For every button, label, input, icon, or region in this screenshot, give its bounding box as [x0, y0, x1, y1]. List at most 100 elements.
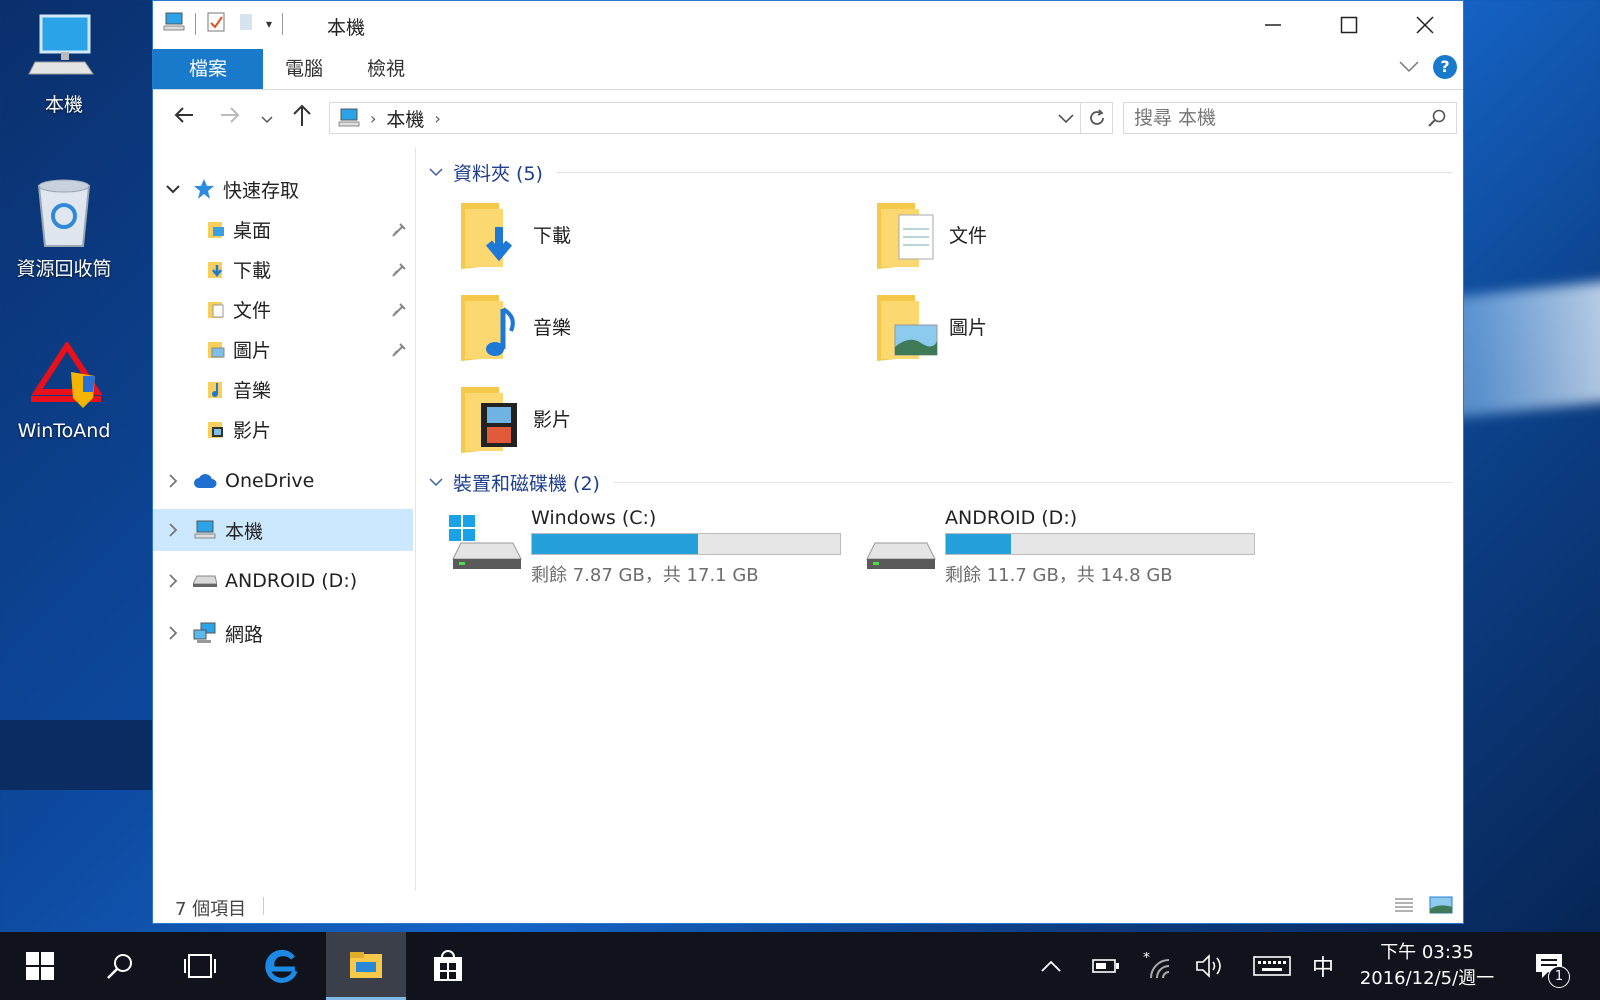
- nav-onedrive[interactable]: OneDrive: [153, 461, 413, 501]
- drive-tile-c[interactable]: Windows (C:) 剩餘 7.87 GB，共 17.1 GB: [447, 507, 841, 587]
- documents-folder-icon: [207, 299, 225, 319]
- large-icons-view-icon[interactable]: [1429, 895, 1453, 920]
- breadcrumb-chevron-icon[interactable]: ›: [434, 109, 440, 128]
- nav-item-videos[interactable]: 影片: [153, 409, 413, 449]
- address-dropdown-icon[interactable]: [1058, 107, 1074, 129]
- group-header-folders[interactable]: 資料夾 (5): [429, 159, 1453, 186]
- wifi-button[interactable]: *: [1140, 932, 1176, 1000]
- taskbar-file-explorer-button[interactable]: [326, 932, 406, 1000]
- desktop-icon-this-pc[interactable]: 本機: [10, 12, 118, 117]
- properties-icon[interactable]: [206, 11, 226, 37]
- maximize-button[interactable]: [1311, 1, 1387, 49]
- pin-icon[interactable]: [391, 261, 407, 283]
- clock-time: 下午 03:35: [1380, 942, 1474, 963]
- search-button[interactable]: [80, 932, 160, 1000]
- tab-file[interactable]: 檔案: [153, 49, 264, 89]
- keyboard-icon: [1253, 956, 1291, 976]
- up-button[interactable]: [291, 104, 313, 132]
- minimize-button[interactable]: [1235, 1, 1311, 49]
- expand-ribbon-icon[interactable]: [1399, 58, 1419, 77]
- tab-view[interactable]: 檢視: [345, 49, 427, 89]
- notification-count-badge: 1: [1548, 966, 1570, 988]
- folder-tile-downloads[interactable]: 下載: [459, 199, 571, 269]
- nav-item-documents[interactable]: 文件: [153, 289, 413, 329]
- nav-label: 文件: [233, 299, 272, 322]
- chevron-right-icon[interactable]: [153, 474, 193, 488]
- touch-keyboard-button[interactable]: [1250, 932, 1294, 1000]
- folder-tile-pictures[interactable]: 圖片: [875, 291, 987, 361]
- drive-tile-d[interactable]: ANDROID (D:) 剩餘 11.7 GB，共 14.8 GB: [861, 507, 1255, 587]
- group-header-label: 資料夾 (5): [453, 163, 543, 185]
- drive-usage-bar: [531, 533, 841, 555]
- battery-button[interactable]: [1088, 932, 1124, 1000]
- nav-label: 下載: [233, 259, 272, 282]
- nav-item-desktop[interactable]: 桌面: [153, 209, 413, 249]
- close-button[interactable]: [1387, 1, 1463, 49]
- system-clock[interactable]: 下午 03:35 2016/12/5/週一: [1352, 940, 1502, 992]
- taskbar-edge-button[interactable]: [242, 932, 322, 1000]
- nav-network[interactable]: 網路: [153, 613, 413, 653]
- new-folder-icon[interactable]: [236, 12, 256, 36]
- group-header-drives[interactable]: 裝置和磁碟機 (2): [429, 469, 1453, 496]
- refresh-button[interactable]: [1081, 102, 1113, 134]
- show-hidden-icons-button[interactable]: [1036, 932, 1066, 1000]
- nav-item-pictures[interactable]: 圖片: [153, 329, 413, 369]
- title-bar[interactable]: ▾ 本機: [153, 1, 1463, 49]
- pin-icon[interactable]: [391, 341, 407, 363]
- task-view-button[interactable]: [160, 932, 240, 1000]
- search-input[interactable]: [1124, 106, 1428, 130]
- nav-label: 圖片: [233, 339, 272, 362]
- chevron-right-icon[interactable]: [153, 626, 193, 640]
- folder-label: 下載: [533, 224, 572, 247]
- chevron-down-icon[interactable]: [429, 478, 443, 487]
- volume-button[interactable]: [1192, 932, 1228, 1000]
- desktop-icon-wintoand[interactable]: WinToAnd: [10, 340, 118, 442]
- computer-icon: [163, 12, 185, 36]
- nav-quick-access[interactable]: 快速存取: [153, 169, 413, 209]
- drive-name: Windows (C:): [531, 507, 657, 529]
- folder-tile-videos[interactable]: 影片: [459, 383, 571, 453]
- details-view-icon[interactable]: [1393, 895, 1415, 920]
- customize-toolbar-dropdown-icon[interactable]: ▾: [266, 17, 272, 31]
- group-header-label: 裝置和磁碟機 (2): [453, 473, 600, 495]
- back-button[interactable]: [173, 104, 195, 130]
- breadcrumb-this-pc[interactable]: 本機: [386, 105, 424, 132]
- forward-button[interactable]: [219, 104, 241, 130]
- help-button[interactable]: ?: [1433, 55, 1457, 79]
- folder-label: 圖片: [949, 316, 988, 339]
- folder-label: 音樂: [533, 316, 572, 339]
- desktop-icon-recycle-bin[interactable]: 資源回收筒: [10, 176, 118, 281]
- videos-folder-icon: [459, 383, 523, 453]
- address-bar[interactable]: › 本機 ›: [329, 102, 1081, 134]
- nav-this-pc[interactable]: 本機: [153, 509, 413, 551]
- search-icon: [107, 954, 132, 979]
- recent-locations-icon[interactable]: [261, 110, 273, 129]
- nav-item-music[interactable]: 音樂: [153, 369, 413, 409]
- chevron-down-icon[interactable]: [429, 168, 443, 177]
- status-bar: 7 個項目: [153, 889, 1463, 923]
- nav-android-drive[interactable]: ANDROID (D:): [153, 561, 413, 601]
- navigation-pane: 快速存取 桌面 下載 文件 圖片 音樂 影片 OneDrive 本機 ANDRO…: [153, 147, 416, 891]
- chevron-down-icon[interactable]: [153, 184, 193, 194]
- input-method-indicator[interactable]: 中: [1308, 932, 1338, 1000]
- action-center-button[interactable]: 1: [1530, 932, 1570, 1000]
- start-button[interactable]: [0, 932, 80, 1000]
- folder-tile-documents[interactable]: 文件: [875, 199, 987, 269]
- pictures-folder-icon: [207, 339, 225, 359]
- drive-name: ANDROID (D:): [945, 507, 1078, 529]
- pin-icon[interactable]: [391, 301, 407, 323]
- pin-icon[interactable]: [391, 221, 407, 243]
- search-icon[interactable]: [1428, 109, 1446, 127]
- taskbar-store-button[interactable]: [408, 932, 488, 1000]
- search-box[interactable]: [1123, 102, 1457, 134]
- folder-tile-music[interactable]: 音樂: [459, 291, 571, 361]
- nav-item-downloads[interactable]: 下載: [153, 249, 413, 289]
- chevron-up-icon: [1041, 960, 1061, 972]
- pictures-folder-icon: [875, 291, 939, 361]
- chevron-right-icon[interactable]: [153, 574, 193, 588]
- wallpaper-shadow: [0, 720, 160, 790]
- item-count: 7 個項目: [175, 899, 247, 920]
- edge-icon: [265, 949, 298, 983]
- tab-computer[interactable]: 電腦: [263, 49, 345, 89]
- chevron-right-icon[interactable]: [153, 523, 193, 537]
